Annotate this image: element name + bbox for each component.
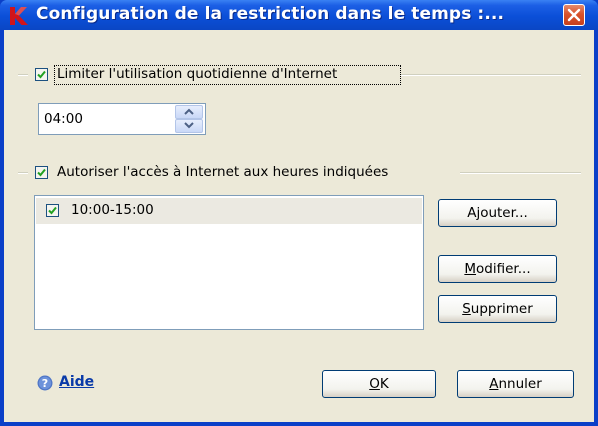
interval-checkbox[interactable]	[46, 204, 59, 217]
delete-button[interactable]: Supprimer	[438, 295, 557, 323]
dialog-body: Limiter l'utilisation quotidienne d'Inte…	[4, 30, 594, 422]
limit-daily-label: Limiter l'utilisation quotidienne d'Inte…	[57, 66, 338, 82]
cancel-button[interactable]: Annuler	[457, 370, 574, 398]
title-bar[interactable]: Configuration de la restriction dans le …	[0, 0, 598, 30]
chevron-down-icon	[184, 122, 194, 129]
allow-hours-checkbox[interactable]	[35, 166, 48, 179]
cancel-button-label: nnuler	[498, 376, 542, 392]
add-button-label: outer...	[480, 205, 528, 221]
delete-button-mnemonic: S	[462, 301, 471, 317]
limit-daily-checkbox[interactable]	[35, 68, 48, 81]
add-button[interactable]: Ajouter...	[438, 199, 557, 227]
group-separator	[401, 74, 581, 76]
group-separator	[18, 74, 28, 76]
window-title: Configuration de la restriction dans le …	[36, 4, 505, 24]
kaspersky-logo-icon	[10, 7, 28, 25]
intervals-list[interactable]: 10:00-15:00	[34, 195, 424, 330]
spin-down-button[interactable]	[175, 119, 203, 133]
checkmark-icon	[37, 168, 46, 177]
edit-button-mnemonic: M	[464, 261, 477, 277]
group-separator	[18, 172, 28, 174]
daily-time-value[interactable]: 04:00	[44, 111, 83, 127]
ok-button[interactable]: OK	[322, 370, 436, 398]
delete-button-label: upprimer	[470, 301, 533, 317]
help-link[interactable]: Aide	[59, 374, 94, 390]
spin-up-button[interactable]	[175, 105, 203, 119]
dialog-window: Configuration de la restriction dans le …	[0, 0, 598, 426]
checkmark-icon	[37, 70, 46, 79]
chevron-up-icon	[184, 108, 194, 115]
ok-button-label: K	[379, 376, 389, 392]
edit-button[interactable]: Modifier...	[438, 255, 557, 283]
allow-hours-label: Autoriser l'accès à Internet aux heures …	[57, 164, 389, 180]
daily-time-spinner[interactable]: 04:00	[38, 103, 206, 135]
edit-button-label: odifier...	[476, 261, 531, 277]
svg-text:?: ?	[42, 377, 48, 390]
close-button[interactable]	[563, 4, 585, 26]
ok-button-mnemonic: O	[369, 376, 380, 392]
list-item[interactable]: 10:00-15:00	[36, 198, 422, 224]
group-separator	[460, 172, 581, 174]
close-icon	[567, 8, 581, 22]
interval-label: 10:00-15:00	[71, 202, 154, 218]
checkmark-icon	[48, 206, 57, 215]
help-icon[interactable]: ?	[37, 375, 53, 391]
